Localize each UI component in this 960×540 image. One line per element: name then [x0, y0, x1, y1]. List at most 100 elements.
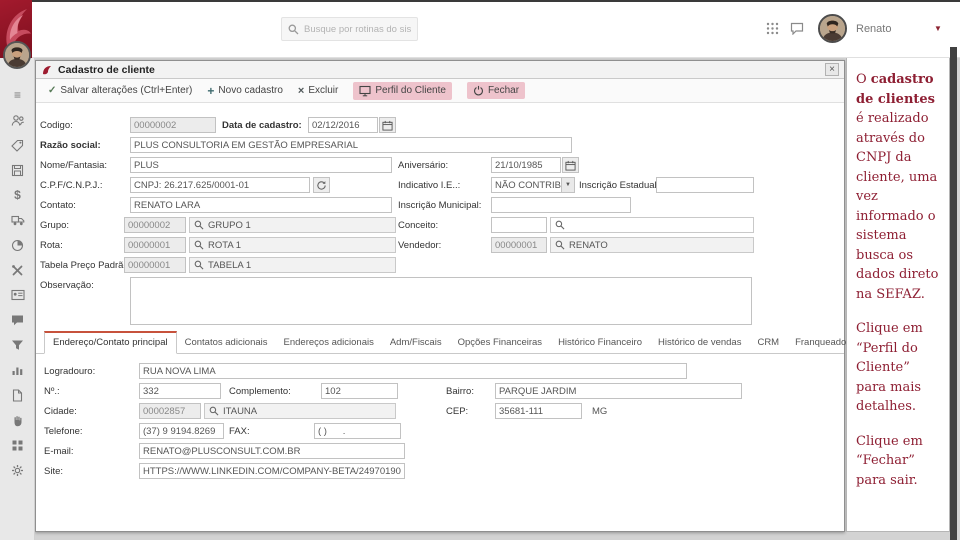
window-titlebar[interactable]: Cadastro de cliente × [36, 61, 844, 79]
observacao-label: Observação: [40, 280, 94, 291]
window-title: Cadastro de cliente [58, 63, 155, 76]
menu-icon[interactable]: ≡ [11, 88, 25, 102]
user-name[interactable]: Renato [856, 23, 891, 35]
chevron-down-icon: ▼ [561, 178, 574, 192]
close-window-button[interactable]: Fechar [466, 82, 526, 99]
indicativo-ie-select[interactable]: NÃO CONTRIBU...▼ [491, 177, 575, 193]
file-icon[interactable] [11, 388, 25, 402]
vendedor-lookup[interactable]: RENATO [550, 237, 754, 253]
tab-historico-financeiro[interactable]: Histórico Financeiro [550, 333, 650, 353]
inscricao-estadual-input[interactable] [656, 177, 754, 193]
site-input[interactable] [139, 463, 405, 479]
search-input[interactable] [304, 23, 411, 35]
refresh-icon[interactable] [313, 177, 330, 193]
tab-contatos-adicionais[interactable]: Contatos adicionais [177, 333, 276, 353]
contato-input[interactable] [130, 197, 392, 213]
system-search[interactable] [281, 17, 418, 41]
fax-label: FAX: [229, 426, 250, 437]
tab-endereco-contato-principal[interactable]: Endereço/Contato principal [44, 331, 177, 354]
tools-icon[interactable] [11, 263, 25, 277]
inscricao-municipal-input[interactable] [491, 197, 631, 213]
grupo-code-input[interactable] [124, 217, 186, 233]
sidebar-user-avatar[interactable] [3, 41, 31, 69]
savings-icon[interactable] [11, 163, 25, 177]
telefone-input[interactable] [139, 423, 224, 439]
email-label: E-mail: [44, 446, 74, 457]
users-icon[interactable] [11, 113, 25, 127]
site-label: Site: [44, 466, 64, 477]
pie-chart-icon[interactable] [11, 238, 25, 252]
logradouro-input[interactable] [139, 363, 687, 379]
aniversario-input[interactable] [491, 157, 561, 173]
comment-icon[interactable] [11, 313, 25, 327]
aniversario-label: Aniversário: [398, 160, 449, 171]
bar-chart-icon[interactable] [11, 363, 25, 377]
numero-input[interactable] [139, 383, 221, 399]
conceito-lookup[interactable] [550, 217, 754, 233]
cpf-cnpj-input[interactable] [130, 177, 310, 193]
complemento-input[interactable] [321, 383, 398, 399]
tabela-preco-lookup[interactable]: TABELA 1 [189, 257, 396, 273]
conceito-code-input[interactable] [491, 217, 547, 233]
tag-icon[interactable] [11, 138, 25, 152]
conceito-label: Conceito: [398, 220, 439, 231]
cidade-label: Cidade: [44, 406, 77, 417]
fax-input[interactable] [314, 423, 401, 439]
email-input[interactable] [139, 443, 405, 459]
tab-opcoes-financeiras[interactable]: Opções Financeiras [450, 333, 550, 353]
modules-icon[interactable] [11, 438, 25, 452]
observacao-textarea[interactable] [130, 277, 752, 325]
user-avatar[interactable] [818, 14, 847, 43]
power-icon [473, 85, 484, 96]
truck-icon[interactable] [10, 213, 25, 227]
calendar-icon[interactable] [379, 117, 396, 133]
calendar-icon[interactable] [562, 157, 579, 173]
apps-grid-icon[interactable] [765, 21, 780, 36]
client-profile-button[interactable]: Perfil do Cliente [353, 81, 452, 100]
search-icon [194, 260, 204, 270]
grupo-lookup[interactable]: GRUPO 1 [189, 217, 396, 233]
tab-crm[interactable]: CRM [749, 333, 787, 353]
codigo-input[interactable] [130, 117, 216, 133]
dollar-icon[interactable]: $ [11, 188, 25, 202]
tab-adm-fiscais[interactable]: Adm/Fiscais [382, 333, 450, 353]
nome-fantasia-input[interactable] [130, 157, 392, 173]
inscricao-estadual-label: Inscrição Estadual: [579, 180, 660, 191]
cpf-cnpj-label: C.P.F/C.N.P.J.: [40, 180, 103, 191]
tab-historico-de-vendas[interactable]: Histórico de vendas [650, 333, 749, 353]
bairro-input[interactable] [495, 383, 742, 399]
sidebar: ≡ $ [0, 58, 35, 540]
new-record-button[interactable]: + Novo cadastro [207, 84, 283, 98]
uf-value: MG [592, 406, 608, 417]
plus-icon: + [207, 83, 215, 98]
delete-button[interactable]: × Excluir [298, 85, 338, 97]
window-toolbar: ✓ Salvar alterações (Ctrl+Enter) + Novo ca… [36, 79, 844, 103]
numero-label: Nº.: [44, 386, 60, 397]
hand-icon[interactable] [11, 413, 25, 427]
chat-icon[interactable] [789, 21, 804, 36]
rota-code-input[interactable] [124, 237, 186, 253]
search-icon [288, 24, 299, 35]
cidade-lookup[interactable]: ITAUNA [204, 403, 396, 419]
rota-lookup[interactable]: ROTA 1 [189, 237, 396, 253]
save-button[interactable]: ✓ Salvar alterações (Ctrl+Enter) [48, 85, 192, 96]
cidade-code-input[interactable] [139, 403, 201, 419]
cep-input[interactable] [495, 403, 582, 419]
user-menu-caret-icon[interactable]: ▼ [934, 24, 942, 33]
window-close-button[interactable]: × [825, 63, 839, 76]
filter-icon[interactable] [11, 338, 25, 352]
help-paragraph-1: O cadastro de clientes é realizado atrav… [856, 72, 939, 302]
razao-social-input[interactable] [130, 137, 572, 153]
id-card-icon[interactable] [10, 288, 25, 302]
tabela-preco-code-input[interactable] [124, 257, 186, 273]
gear-icon[interactable] [11, 463, 25, 477]
indicativo-ie-label: Indicativo I.E..: [398, 180, 461, 191]
help-paragraph-2: Clique em “Perfil do Cliente” para mais … [856, 321, 923, 414]
search-icon [209, 406, 219, 416]
vertical-scrollbar[interactable] [950, 47, 957, 540]
vendedor-code-input[interactable] [491, 237, 547, 253]
data-cadastro-input[interactable] [308, 117, 378, 133]
tab-enderecos-adicionais[interactable]: Endereços adicionais [276, 333, 382, 353]
complemento-label: Complemento: [229, 386, 291, 397]
check-icon: ✓ [48, 85, 57, 96]
